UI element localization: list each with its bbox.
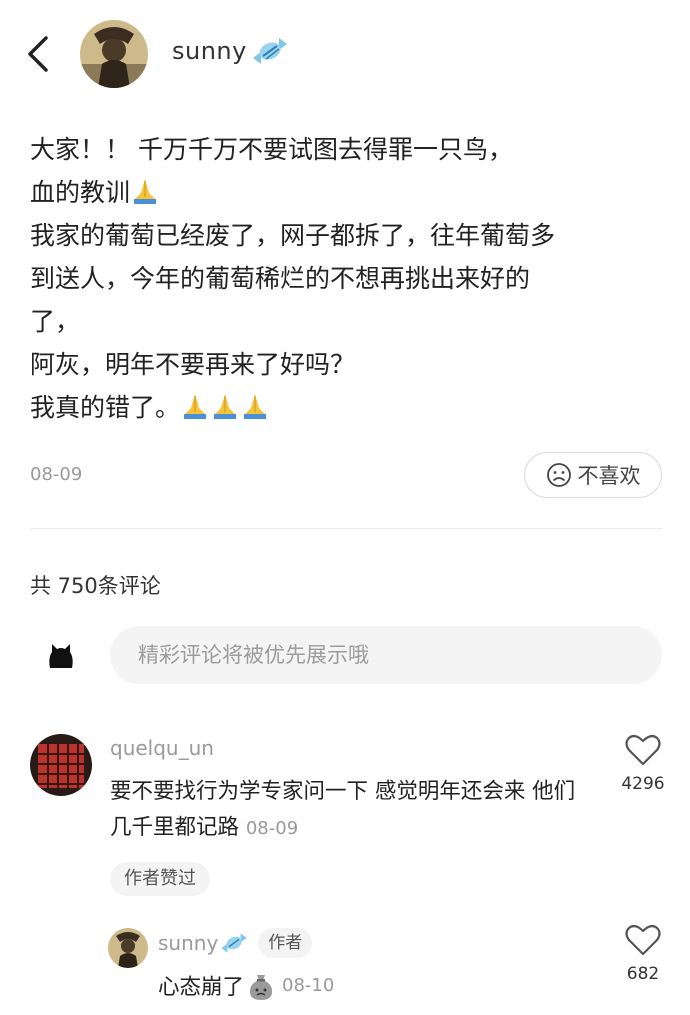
cat-avatar-icon <box>49 644 73 668</box>
post-line: 我真的错了。 <box>30 386 670 429</box>
replier-avatar[interactable] <box>108 928 148 968</box>
post-line: 到送人，今年的葡萄稀烂的不想再挑出来好的 <box>30 264 531 293</box>
post-line: 大家！！ 千万千万不要试图去得罪一只鸟， <box>30 135 513 164</box>
post-line: 血的教训 <box>30 171 670 214</box>
pray-emoji-icon <box>184 394 207 419</box>
post-date: 08-09 <box>30 464 83 485</box>
candy-emoji-icon <box>252 38 287 64</box>
reply-text: 心态崩了 08-10 <box>158 970 334 1001</box>
comment-input[interactable] <box>110 626 662 684</box>
comment-text: 要不要找行为学专家问一下 感觉明年还会来 他们几千里都记路 08-09 <box>110 774 580 847</box>
author-liked-badge: 作者赞过 <box>110 862 210 896</box>
comment-like-button[interactable]: 4296 <box>618 734 668 794</box>
comment-body: 要不要找行为学专家问一下 感觉明年还会来 他们几千里都记路 <box>110 779 576 840</box>
comment-date: 08-09 <box>245 818 299 839</box>
author-avatar[interactable] <box>80 20 148 88</box>
post-line-text: 我真的错了。 <box>30 393 181 422</box>
pray-emoji-icon <box>244 394 267 419</box>
replier-name[interactable]: sunny <box>158 931 218 955</box>
reply-date: 08-10 <box>282 975 335 996</box>
author-name-row[interactable]: sunny <box>172 36 289 66</box>
top-bar: sunny <box>0 0 690 108</box>
dislike-label: 不喜欢 <box>577 464 641 488</box>
comment-composer <box>30 626 662 684</box>
reply-body: 心态崩了 <box>158 975 245 1000</box>
author-tag: 作者 <box>258 928 313 958</box>
heart-icon <box>625 924 661 956</box>
post-line: 了， <box>30 307 81 336</box>
comment-count: 共 750条评论 <box>30 574 161 598</box>
like-count: 4296 <box>621 774 665 794</box>
sad-face-icon <box>546 463 571 487</box>
back-arrow-icon[interactable] <box>22 34 58 74</box>
reply-like-button[interactable]: 682 <box>618 924 668 984</box>
divider <box>30 528 662 529</box>
post-line: 我家的葡萄已经废了，网子都拆了，往年葡萄多 <box>30 221 556 250</box>
replier-name-row: sunny 作者 <box>158 928 313 958</box>
dislike-button[interactable]: 不喜欢 <box>524 452 662 498</box>
commenter-avatar[interactable] <box>30 734 92 796</box>
like-count: 682 <box>626 964 660 984</box>
post-content: 大家！！ 千万千万不要试图去得罪一只鸟， 血的教训 我家的葡萄已经废了，网子都拆… <box>30 128 670 429</box>
post-meta-row: 08-09 不喜欢 <box>30 452 662 500</box>
post-line: 阿灰，明年不要再来了好吗？ <box>30 350 356 379</box>
pray-emoji-icon <box>134 179 157 204</box>
post-line-text: 血的教训 <box>30 178 131 207</box>
author-name[interactable]: sunny <box>172 37 247 65</box>
money-bag-emoji-icon <box>249 974 273 1000</box>
candy-emoji-icon <box>221 933 247 953</box>
heart-icon <box>625 734 661 766</box>
pray-emoji-icon <box>214 394 237 419</box>
commenter-name[interactable]: quelqu_un <box>110 736 214 760</box>
